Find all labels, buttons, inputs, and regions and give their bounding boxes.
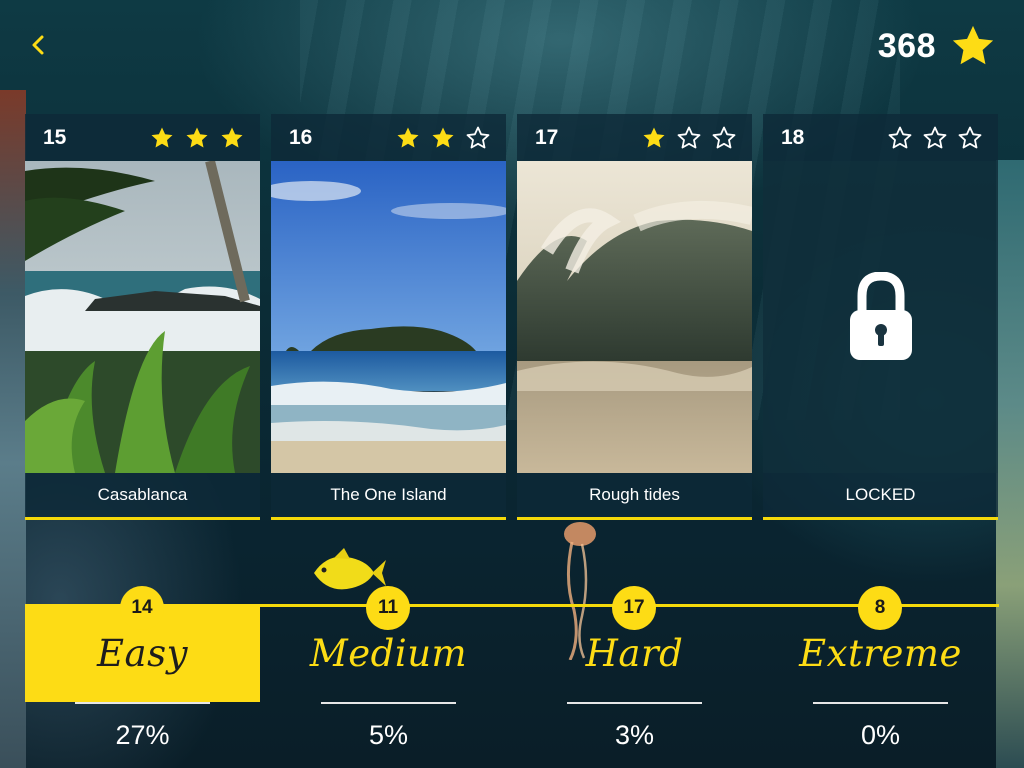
completion-percent: 0% xyxy=(860,720,901,750)
star-filled-icon xyxy=(643,127,665,147)
tab-easy[interactable]: 14 Easy 27% xyxy=(25,586,260,768)
level-count-badge: 11 xyxy=(366,586,410,630)
card-header: 16 xyxy=(271,114,506,161)
difficulty-name: Hard xyxy=(585,632,684,675)
tab-medium[interactable]: 11 Medium 5% xyxy=(271,586,506,768)
level-count-badge: 17 xyxy=(612,586,656,630)
star-empty-icon xyxy=(923,126,947,148)
level-image-island xyxy=(271,161,506,473)
back-button[interactable] xyxy=(24,30,54,60)
tab-hard[interactable]: 17 Hard 3% xyxy=(517,586,752,768)
star-filled-icon xyxy=(186,127,208,147)
level-cards: 15 Casablanca 16 The One Island 17 Rough… xyxy=(25,114,999,522)
difficulty-name: Easy xyxy=(97,632,188,675)
chevron-left-icon xyxy=(32,35,44,55)
locked-area xyxy=(763,161,998,473)
level-number: 18 xyxy=(781,125,805,149)
star-empty-icon xyxy=(677,126,701,148)
level-title: The One Island xyxy=(330,485,447,504)
star-filled-icon xyxy=(397,127,419,147)
level-title: LOCKED xyxy=(845,485,916,504)
difficulty-name: Extreme xyxy=(799,632,962,675)
star-filled-icon xyxy=(151,127,173,147)
score-display: 368 xyxy=(878,22,996,70)
level-image-tropical-beach xyxy=(25,161,260,473)
level-card[interactable]: 16 The One Island xyxy=(271,114,506,520)
star-filled-icon xyxy=(432,127,454,147)
level-count-badge: 14 xyxy=(120,586,164,630)
level-title: Rough tides xyxy=(589,485,680,504)
level-number: 15 xyxy=(43,125,67,149)
coral-reef-right xyxy=(996,160,1024,768)
level-number: 16 xyxy=(289,125,313,149)
score-value: 368 xyxy=(877,26,936,65)
level-card-locked[interactable]: 18 LOCKED xyxy=(763,114,998,520)
level-image-wave xyxy=(517,161,752,473)
card-header: 18 xyxy=(763,114,998,161)
separator xyxy=(813,702,948,704)
lock-icon xyxy=(849,272,912,360)
completion-percent: 27% xyxy=(115,720,170,750)
coral-reef-left xyxy=(0,90,26,768)
star-rating xyxy=(396,126,490,150)
star-empty-icon xyxy=(712,126,736,148)
star-empty-icon xyxy=(958,126,982,148)
star-empty-icon xyxy=(466,126,490,148)
star-icon xyxy=(952,25,994,65)
level-number: 17 xyxy=(535,125,559,149)
separator xyxy=(567,702,702,704)
tab-extreme[interactable]: 8 Extreme 0% xyxy=(763,586,998,768)
star-empty-icon xyxy=(888,126,912,148)
star-filled-icon xyxy=(221,127,243,147)
level-card[interactable]: 17 Rough tides xyxy=(517,114,752,520)
star-rating xyxy=(642,126,736,150)
difficulty-name: Medium xyxy=(309,632,468,675)
star-rating xyxy=(150,126,244,150)
level-count-badge: 8 xyxy=(858,586,902,630)
level-title: Casablanca xyxy=(97,485,188,504)
difficulty-tabs: 14 Easy 27% 11 Medium 5% 17 Hard 3% 8 Ex… xyxy=(25,586,999,768)
separator xyxy=(75,702,210,704)
level-card[interactable]: 15 Casablanca xyxy=(25,114,260,520)
completion-percent: 3% xyxy=(614,720,655,750)
card-header: 15 xyxy=(25,114,260,161)
star-rating xyxy=(888,126,982,150)
completion-percent: 5% xyxy=(368,720,409,750)
card-header: 17 xyxy=(517,114,752,161)
separator xyxy=(321,702,456,704)
